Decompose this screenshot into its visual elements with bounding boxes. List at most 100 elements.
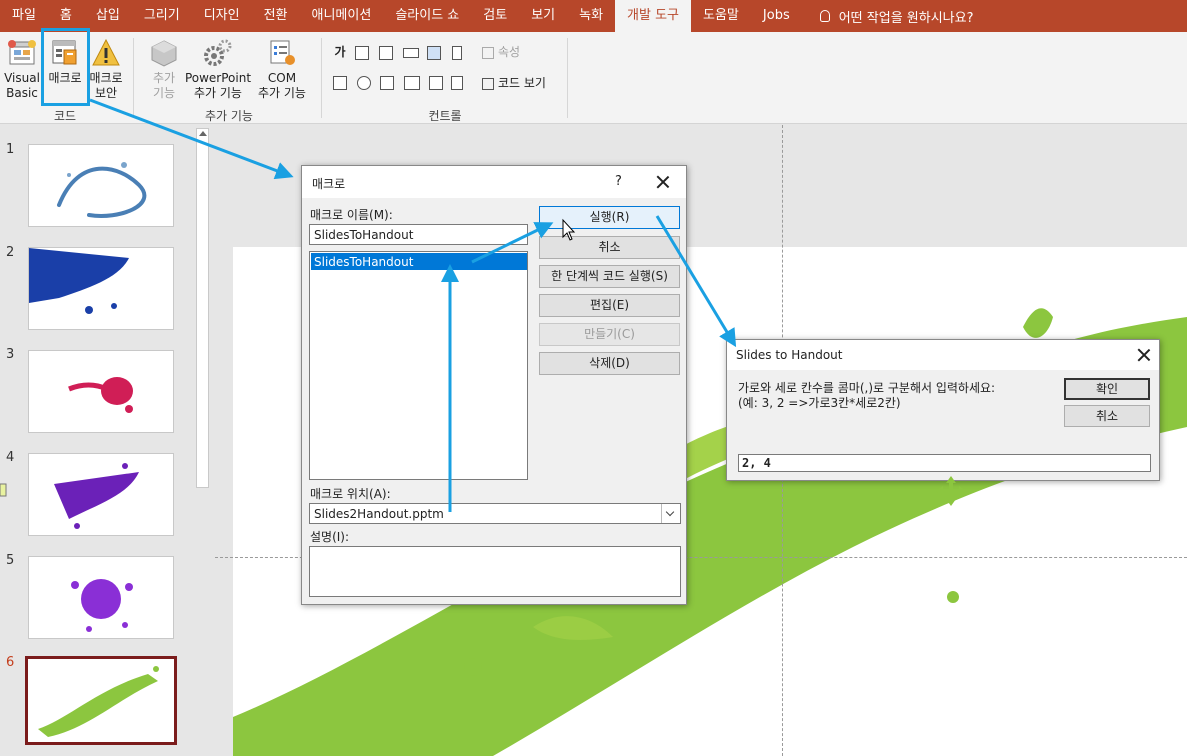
com-addins-label-1: COM — [267, 71, 297, 85]
ribbon-separator — [133, 38, 134, 118]
thumbnail-scrollbar[interactable] — [196, 128, 209, 488]
run-button[interactable]: 실행(R) — [539, 206, 680, 229]
textbox-control-icon[interactable] — [355, 46, 369, 60]
checkbox-control-icon[interactable] — [333, 76, 347, 90]
list-item[interactable]: SlidesToHandout — [311, 253, 527, 270]
green-paint-image — [38, 666, 159, 737]
slide-thumbnail-1[interactable] — [28, 144, 174, 227]
tab-draw[interactable]: 그리기 — [132, 0, 192, 32]
gear-icon — [204, 39, 232, 66]
tab-insert[interactable]: 삽입 — [84, 0, 132, 32]
visual-basic-icon — [8, 40, 36, 65]
com-addins-label-2: 추가 기능 — [258, 86, 306, 100]
addins-label-2: 기능 — [152, 86, 176, 100]
warning-icon — [92, 38, 120, 66]
handout-dialog-title: Slides to Handout — [736, 348, 843, 362]
tab-developer[interactable]: 개발 도구 — [615, 0, 692, 32]
close-icon[interactable] — [656, 175, 670, 189]
help-button[interactable]: ? — [615, 174, 622, 189]
view-code-icon — [482, 77, 494, 90]
tell-me-search[interactable]: 어떤 작업을 원하시나요? — [802, 7, 974, 26]
macro-name-input[interactable]: SlidesToHandout — [309, 224, 528, 245]
view-code-label: 코드 보기 — [498, 76, 546, 90]
close-icon[interactable] — [1137, 348, 1151, 362]
edit-button[interactable]: 편집(E) — [539, 294, 680, 317]
addins-button[interactable]: 추가 기능 — [144, 38, 184, 101]
com-addins-button[interactable]: COM 추가 기능 — [254, 38, 310, 101]
powerpoint-addins-button[interactable]: PowerPoint 추가 기능 — [184, 38, 252, 101]
properties-label: 속성 — [498, 45, 521, 59]
more-controls-icon[interactable] — [451, 76, 463, 90]
tab-view[interactable]: 보기 — [519, 0, 567, 32]
cancel-button[interactable]: 취소 — [539, 236, 680, 259]
tab-jobs[interactable]: Jobs — [751, 0, 802, 32]
macro-location-label: 매크로 위치(A): — [310, 487, 391, 501]
tab-transitions[interactable]: 전환 — [252, 0, 300, 32]
slide-number: 2 — [6, 245, 15, 260]
macro-security-label-2: 보안 — [94, 86, 118, 100]
commandbutton-control-icon[interactable] — [403, 48, 419, 58]
tell-me-text: 어떤 작업을 원하시나요? — [838, 10, 974, 26]
properties-button[interactable]: 속성 — [482, 45, 542, 60]
slide-thumbnail-4[interactable] — [28, 453, 174, 536]
label-control-icon[interactable]: 가 — [333, 45, 347, 60]
slide-thumbnail-3[interactable] — [28, 350, 174, 433]
macro-security-label-1: 매크로 — [89, 71, 123, 85]
com-addins-icon — [270, 40, 295, 65]
scrollbar-control-icon[interactable] — [452, 46, 462, 60]
code-group-label: 코드 — [53, 109, 77, 123]
slide-number: 6 — [6, 655, 15, 670]
cancel-button[interactable]: 취소 — [1064, 405, 1150, 427]
description-label: 설명(I): — [310, 530, 350, 544]
handout-prompt: 가로와 세로 칸수를 콤마(,)로 구분해서 입력하세요: (예: 3, 2 =… — [738, 381, 1058, 411]
water-splash-image — [57, 162, 147, 218]
macro-dialog: 매크로 ? 매크로 이름(M): SlidesToHandout SlidesT… — [301, 165, 687, 605]
spinbutton-control-icon[interactable] — [379, 46, 393, 60]
slide-thumbnail-5[interactable] — [28, 556, 174, 639]
image-control-icon[interactable] — [427, 46, 441, 60]
macro-button-highlight — [41, 28, 90, 106]
slide-number: 1 — [6, 142, 15, 157]
optionbutton-control-icon[interactable] — [357, 76, 371, 90]
slide-thumbnail-6[interactable] — [25, 656, 177, 745]
visual-basic-label-2: Basic — [6, 86, 38, 100]
create-button[interactable]: 만들기(C) — [539, 323, 680, 346]
tab-animations[interactable]: 애니메이션 — [300, 0, 384, 32]
togglebutton-control-icon[interactable] — [429, 76, 443, 90]
ribbon-separator — [567, 38, 568, 118]
step-into-button[interactable]: 한 단계씩 코드 실행(S) — [539, 265, 680, 288]
description-textarea[interactable] — [309, 546, 681, 597]
prompt-line-1: 가로와 세로 칸수를 콤마(,)로 구분해서 입력하세요: — [738, 381, 996, 395]
powerpoint-addins-label-1: PowerPoint — [184, 71, 252, 85]
tab-recording[interactable]: 녹화 — [567, 0, 615, 32]
macro-dialog-titlebar[interactable]: 매크로 ? — [302, 166, 686, 198]
ribbon-tab-bar: 파일 홈 삽입 그리기 디자인 전환 애니메이션 슬라이드 쇼 검토 보기 녹화… — [0, 0, 1187, 32]
tab-review[interactable]: 검토 — [471, 0, 519, 32]
macro-list[interactable]: SlidesToHandout — [309, 251, 528, 480]
violet-paint-image — [71, 579, 133, 632]
delete-button[interactable]: 삭제(D) — [539, 352, 680, 375]
addins-label-1: 추가 — [152, 71, 176, 85]
addins-cube-icon — [151, 40, 177, 67]
macro-security-button[interactable]: 매크로 보안 — [86, 38, 126, 101]
slide-thumbnail-2[interactable] — [28, 247, 174, 330]
slide-number: 4 — [6, 450, 15, 465]
grid-size-input[interactable]: 2, 4 — [738, 454, 1151, 472]
scroll-up-arrow-icon[interactable] — [199, 131, 207, 136]
handout-dialog-titlebar[interactable]: Slides to Handout — [727, 340, 1159, 370]
tab-slideshow[interactable]: 슬라이드 쇼 — [383, 0, 471, 32]
tab-design[interactable]: 디자인 — [192, 0, 252, 32]
macro-location-select[interactable]: Slides2Handout.pptm — [309, 503, 681, 524]
tab-help[interactable]: 도움말 — [691, 0, 751, 32]
ok-button[interactable]: 확인 — [1064, 378, 1150, 400]
visual-basic-label-1: Visual — [4, 71, 40, 85]
red-paint-image — [68, 377, 133, 413]
ribbon-separator — [321, 38, 322, 118]
lightbulb-icon — [819, 10, 830, 22]
chevron-down-icon[interactable] — [661, 504, 680, 523]
listbox-control-icon[interactable] — [380, 76, 394, 90]
view-code-button[interactable]: 코드 보기 — [482, 76, 562, 91]
visual-basic-button[interactable]: Visual Basic — [3, 38, 41, 101]
combobox-control-icon[interactable] — [404, 76, 420, 90]
ribbon-developer: Visual Basic 매크로 매크로 보안 코드 추가 기능 PowerPo… — [0, 32, 1187, 124]
